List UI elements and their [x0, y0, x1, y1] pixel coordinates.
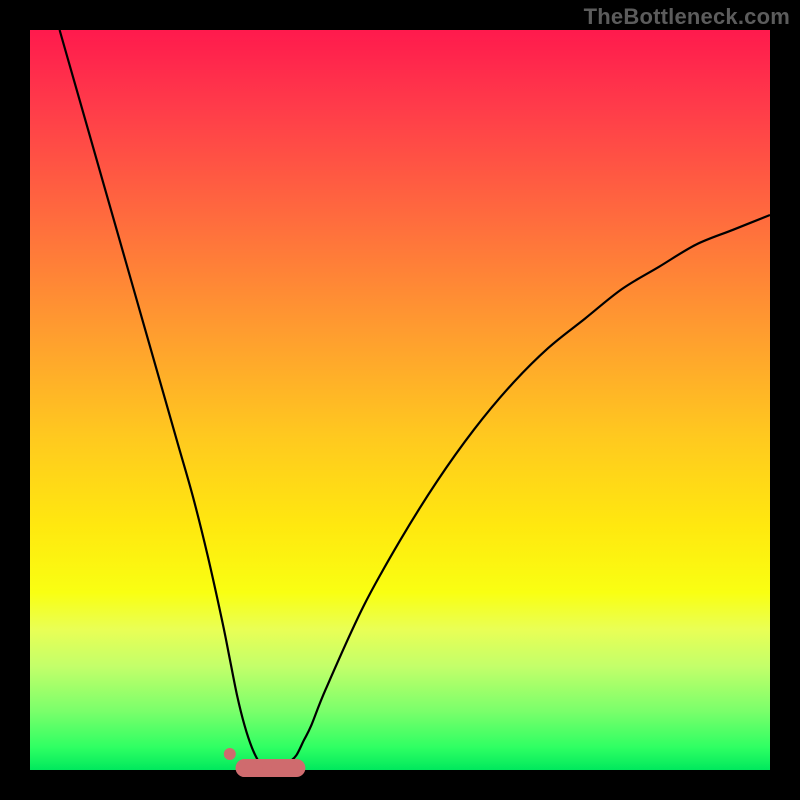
- watermark-text: TheBottleneck.com: [584, 4, 790, 30]
- curve-path: [60, 30, 770, 771]
- optimal-band-lead-dot: [224, 748, 236, 760]
- optimal-band-markers: [224, 748, 298, 777]
- bottleneck-curve: [60, 30, 770, 771]
- chart-frame: TheBottleneck.com: [0, 0, 800, 800]
- curve-layer: [0, 0, 800, 800]
- optimal-band-bead: [280, 759, 298, 777]
